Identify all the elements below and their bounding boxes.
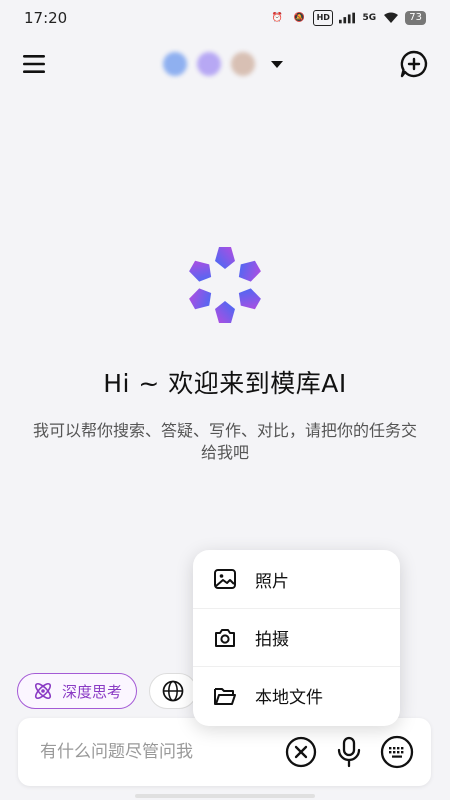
image-icon <box>214 569 236 589</box>
web-search-toggle[interactable] <box>149 673 198 709</box>
close-circle-icon <box>285 736 317 768</box>
status-icons: ⏰ 🔕 HD 5G 73 <box>269 10 426 26</box>
voice-input-button[interactable] <box>329 732 369 772</box>
menu-item-label: 拍摄 <box>255 630 289 650</box>
deep-think-label: 深度思考 <box>62 682 123 701</box>
model-avatar-2 <box>197 52 221 76</box>
mute-icon: 🔕 <box>293 13 305 23</box>
chat-input[interactable] <box>38 741 273 763</box>
menu-item-photos[interactable]: 照片 <box>193 550 400 608</box>
camera-icon <box>215 628 235 647</box>
microphone-icon <box>337 736 361 768</box>
welcome-subtitle: 我可以帮你搜索、答疑、写作、对比，请把你的任务交给我吧 <box>32 421 417 462</box>
battery-icon: 73 <box>405 11 426 25</box>
welcome-title: Hi ~ 欢迎来到模库AI <box>103 369 347 398</box>
keyboard-button[interactable] <box>377 732 417 772</box>
chat-input-bar <box>18 718 431 786</box>
menu-button[interactable] <box>20 50 48 78</box>
mode-chips: 深度思考 <box>17 673 198 709</box>
chevron-down-icon <box>271 60 283 68</box>
alarm-icon: ⏰ <box>271 13 283 23</box>
new-chat-button[interactable] <box>398 48 430 80</box>
attachment-menu: 照片 拍摄 本地文件 <box>193 550 400 726</box>
model-switcher[interactable] <box>163 52 283 76</box>
close-attachment-button[interactable] <box>281 732 321 772</box>
home-indicator <box>135 794 315 798</box>
app-screen: 17:20 ⏰ 🔕 HD 5G 73 Hi ~ 欢迎来到模库AI 我可以帮你搜索… <box>0 0 450 800</box>
model-avatar-1 <box>163 52 187 76</box>
menu-item-local-files[interactable]: 本地文件 <box>193 666 400 724</box>
menu-item-label: 照片 <box>255 571 289 592</box>
keyboard-icon <box>380 735 414 769</box>
top-nav <box>0 40 450 88</box>
menu-item-camera[interactable]: 拍摄 <box>193 608 400 666</box>
model-avatar-3 <box>231 52 255 76</box>
globe-icon <box>162 680 184 702</box>
signal-icon <box>339 11 356 25</box>
folder-icon <box>214 687 236 705</box>
wifi-icon <box>383 11 399 25</box>
atom-icon <box>34 682 52 700</box>
status-time: 17:20 <box>24 9 68 27</box>
deep-think-toggle[interactable]: 深度思考 <box>17 673 138 709</box>
network-type-label: 5G <box>362 13 377 23</box>
status-bar: 17:20 ⏰ 🔕 HD 5G 73 <box>0 0 450 36</box>
hamburger-menu-icon <box>23 55 45 73</box>
new-chat-icon <box>400 50 428 78</box>
hd-icon: HD <box>313 10 334 26</box>
app-logo-icon <box>189 247 261 323</box>
menu-item-label: 本地文件 <box>255 688 323 708</box>
